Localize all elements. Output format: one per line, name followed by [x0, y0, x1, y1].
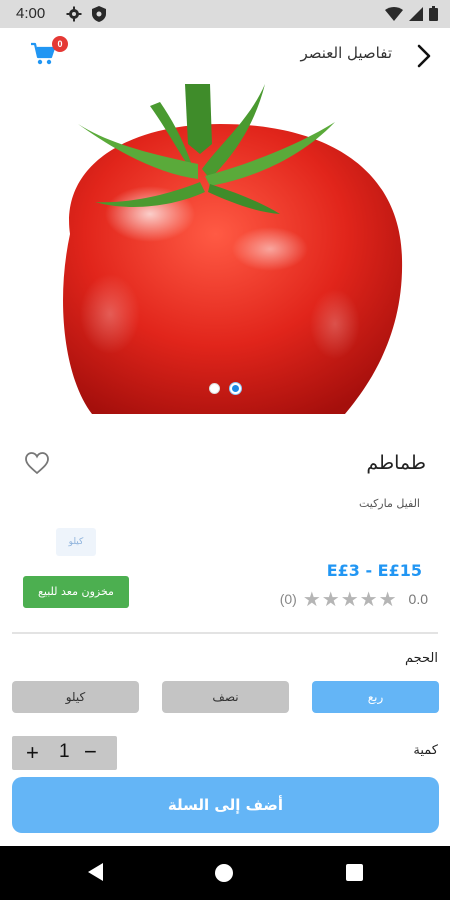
shield-icon: [92, 6, 106, 26]
size-options: ربع نصف كيلو: [12, 681, 440, 713]
home-icon[interactable]: [215, 864, 233, 882]
system-nav-bar: [0, 846, 450, 900]
carousel-dots: [0, 383, 450, 394]
status-bar: 4:00: [0, 0, 450, 28]
chevron-right-icon[interactable]: [412, 42, 436, 70]
rating-stars: ★ ★ ★ ★ ★: [303, 589, 397, 609]
status-time: 4:00: [16, 5, 46, 22]
quantity-decrement-button[interactable]: −: [84, 739, 97, 765]
rating-count: (0): [279, 591, 297, 607]
size-option-quarter[interactable]: ربع: [312, 681, 439, 713]
wifi-icon: [385, 6, 403, 21]
product-image[interactable]: [0, 84, 450, 414]
cart-count-badge: 0: [52, 36, 68, 52]
page-title: تفاصيل العنصر: [300, 44, 392, 62]
add-to-cart-button[interactable]: أضف إلى السلة: [12, 777, 439, 833]
gear-icon: [66, 6, 82, 26]
carousel-dot-active[interactable]: [230, 383, 241, 394]
stock-status-badge: مخزون معد للبيع: [23, 576, 129, 608]
status-left-icons: [66, 6, 106, 26]
price-range: E£3 - E£15: [326, 561, 422, 580]
size-option-half[interactable]: نصف: [162, 681, 289, 713]
size-label: الحجم: [404, 651, 438, 666]
star-icon: ★: [302, 587, 321, 611]
quantity-value: 1: [59, 741, 70, 762]
star-icon: ★: [359, 587, 378, 611]
star-icon: ★: [321, 587, 340, 611]
quantity-label: كمية: [413, 743, 438, 758]
heart-icon[interactable]: [24, 451, 50, 475]
store-name: الفيل ماركيت: [358, 497, 420, 510]
tomato-image: [63, 84, 403, 414]
unit-chip: كيلو: [56, 528, 96, 556]
rating-value: 0.0: [408, 591, 428, 607]
quantity-stepper: + 1 −: [12, 736, 117, 770]
carousel-dot[interactable]: [209, 383, 220, 394]
size-option-kilo[interactable]: كيلو: [12, 681, 139, 713]
back-icon[interactable]: [88, 863, 104, 881]
cart-button[interactable]: 0: [30, 36, 70, 72]
rating-row: (0) ★ ★ ★ ★ ★ 0.0: [280, 589, 428, 609]
status-right-icons: [385, 6, 438, 21]
quantity-increment-button[interactable]: +: [26, 740, 39, 766]
star-icon: ★: [378, 587, 397, 611]
recents-icon[interactable]: [346, 864, 363, 881]
divider: [12, 632, 438, 634]
star-icon: ★: [340, 587, 359, 611]
signal-icon: [409, 6, 423, 21]
app-header: 0 تفاصيل العنصر: [0, 28, 450, 84]
product-name: طماطم: [366, 452, 426, 474]
battery-icon: [429, 6, 438, 21]
product-details-screen: 4:00 0 تفاصيل العنصر طماطم الفيل ماركيت …: [0, 0, 450, 900]
